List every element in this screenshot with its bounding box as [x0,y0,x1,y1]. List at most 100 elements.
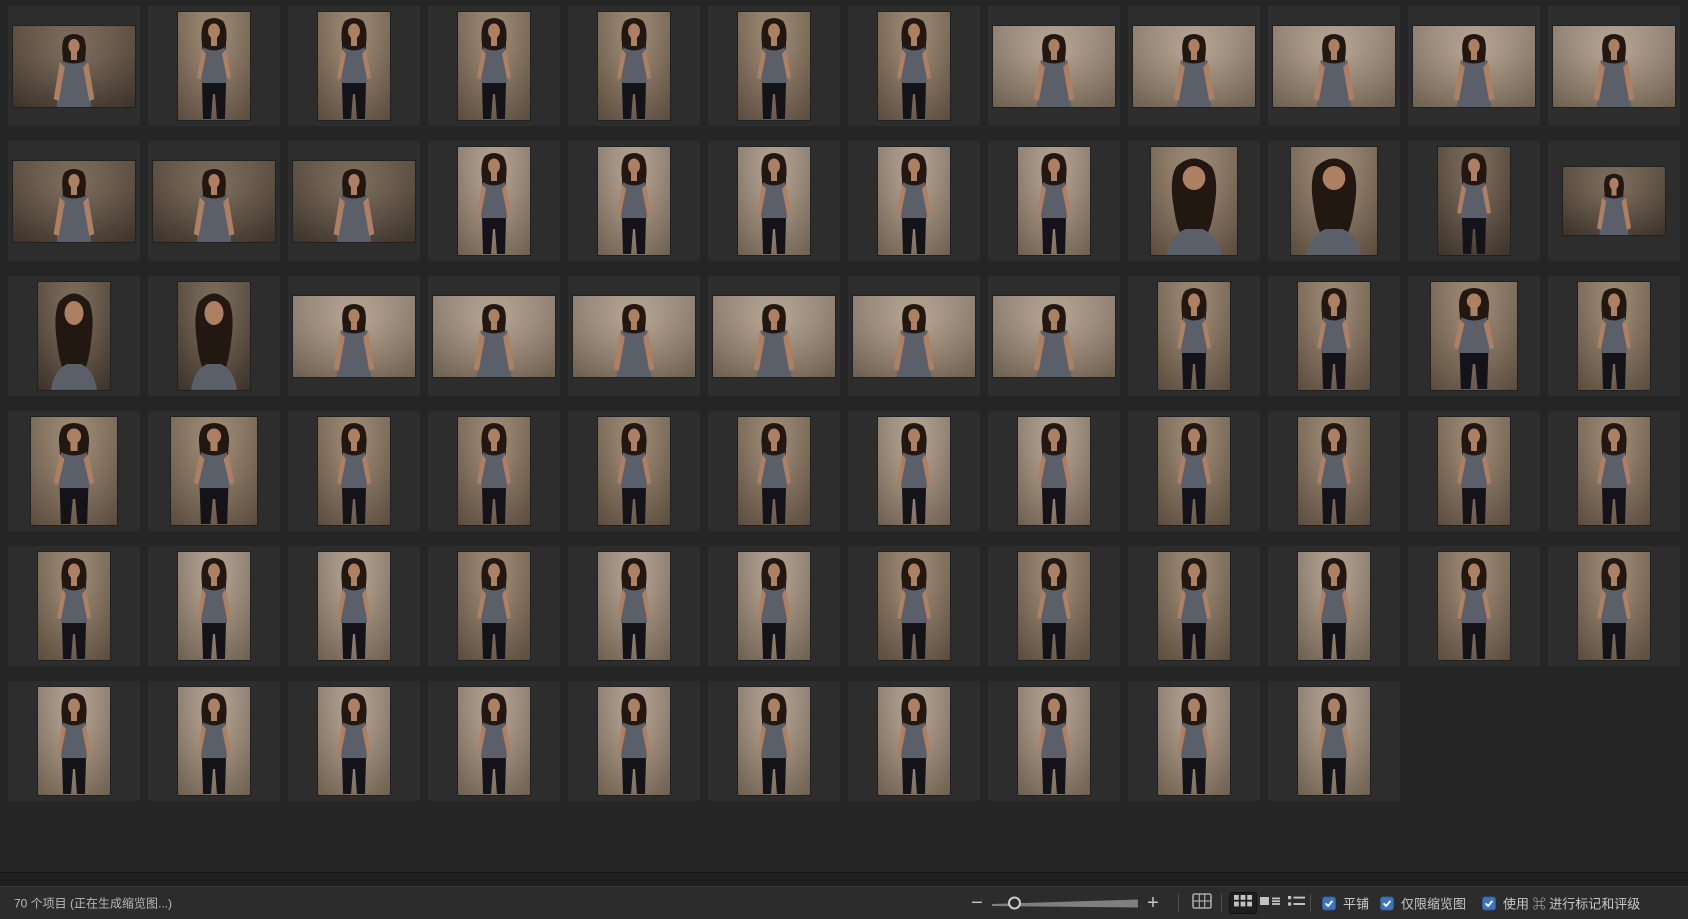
photo-thumbnail[interactable] [1578,417,1650,525]
thumbnail-cell[interactable] [988,6,1120,126]
thumbnail-cell[interactable] [1548,276,1680,396]
thumbnail-cell[interactable] [988,681,1120,801]
checkbox-checked-icon[interactable] [1482,896,1496,910]
photo-thumbnail[interactable] [38,282,110,390]
photo-thumbnail[interactable] [318,552,390,660]
thumbnail-cell[interactable] [1408,141,1540,261]
thumbnail-cell[interactable] [568,546,700,666]
photo-thumbnail[interactable] [598,147,670,255]
thumbnail-cell[interactable] [428,141,560,261]
view-list-button[interactable] [1282,892,1310,914]
thumbnail-cell[interactable] [428,681,560,801]
photo-thumbnail[interactable] [153,161,275,242]
photo-thumbnail[interactable] [458,417,530,525]
photo-thumbnail[interactable] [573,296,695,377]
thumbnail-cell[interactable] [1548,141,1680,261]
thumbnail-cell[interactable] [148,276,280,396]
thumbnail-cell[interactable] [1128,546,1260,666]
photo-thumbnail[interactable] [1158,687,1230,795]
thumbnail-cell[interactable] [288,546,420,666]
thumbnail-cell[interactable] [1268,141,1400,261]
thumbnail-cell[interactable] [8,276,140,396]
photo-thumbnail[interactable] [38,552,110,660]
photo-thumbnail[interactable] [178,687,250,795]
thumbnail-cell[interactable] [708,681,840,801]
photo-thumbnail[interactable] [1158,552,1230,660]
grid-lock-button[interactable] [1188,892,1216,914]
thumbnail-cell[interactable] [8,141,140,261]
photo-thumbnail[interactable] [1298,552,1370,660]
photo-thumbnail[interactable] [1291,147,1377,255]
thumbnail-cell[interactable] [1128,141,1260,261]
photo-thumbnail[interactable] [713,296,835,377]
photo-thumbnail[interactable] [1158,282,1230,390]
thumbnail-cell[interactable] [428,546,560,666]
photo-thumbnail[interactable] [31,417,117,525]
thumbnail-cell[interactable] [1408,411,1540,531]
thumbnail-size-slider-knob[interactable] [1008,897,1021,910]
photo-thumbnail[interactable] [458,687,530,795]
thumbnail-cell[interactable] [148,546,280,666]
thumbnail-cell[interactable] [288,411,420,531]
photo-thumbnail[interactable] [318,12,390,120]
photo-thumbnail[interactable] [458,12,530,120]
photo-thumbnail[interactable] [738,12,810,120]
thumbnail-cell[interactable] [988,276,1120,396]
photo-thumbnail[interactable] [1273,26,1395,107]
photo-thumbnail[interactable] [293,296,415,377]
thumbnail-cell[interactable] [848,6,980,126]
photo-thumbnail[interactable] [458,147,530,255]
thumbnail-cell[interactable] [428,276,560,396]
photo-thumbnail[interactable] [878,417,950,525]
photo-thumbnail[interactable] [878,147,950,255]
photo-thumbnail[interactable] [1438,552,1510,660]
photo-thumbnail[interactable] [1018,552,1090,660]
thumbnail-cell[interactable] [568,276,700,396]
photo-thumbnail[interactable] [318,417,390,525]
thumbnail-cell[interactable] [708,276,840,396]
photo-thumbnail[interactable] [178,12,250,120]
photo-thumbnail[interactable] [178,552,250,660]
thumbnail-cell[interactable] [288,276,420,396]
thumbnail-cell[interactable] [428,411,560,531]
photo-thumbnail[interactable] [1578,552,1650,660]
thumbnail-cell[interactable] [708,6,840,126]
photo-thumbnail[interactable] [1431,282,1517,390]
photo-thumbnail[interactable] [1158,417,1230,525]
photo-thumbnail[interactable] [433,296,555,377]
photo-thumbnail[interactable] [1298,687,1370,795]
photo-thumbnail[interactable] [1578,282,1650,390]
photo-thumbnail[interactable] [598,417,670,525]
photo-thumbnail[interactable] [993,296,1115,377]
photo-thumbnail[interactable] [318,687,390,795]
thumbnail-cell[interactable] [1268,276,1400,396]
checkbox-checked-icon[interactable] [1322,896,1336,910]
thumbnail-cell[interactable] [148,681,280,801]
view-details-button[interactable] [1256,892,1284,914]
photo-thumbnail[interactable] [458,552,530,660]
thumbnail-cell[interactable] [1408,546,1540,666]
thumbnail-cell[interactable] [148,141,280,261]
thumbnail-cell[interactable] [988,141,1120,261]
thumbnail-cell[interactable] [1128,6,1260,126]
option-thumbnails-only[interactable]: 仅限缩览图 [1380,894,1466,913]
photo-thumbnail[interactable] [878,552,950,660]
thumbnail-cell[interactable] [568,681,700,801]
thumbnail-cell[interactable] [568,141,700,261]
thumbnail-cell[interactable] [1548,546,1680,666]
photo-thumbnail[interactable] [993,26,1115,107]
photo-thumbnail[interactable] [878,12,950,120]
thumbnail-cell[interactable] [1268,411,1400,531]
thumbnail-cell[interactable] [288,6,420,126]
thumbnail-cell[interactable] [568,6,700,126]
photo-thumbnail[interactable] [293,161,415,242]
photo-thumbnail[interactable] [1563,167,1665,235]
thumbnail-cell[interactable] [708,141,840,261]
photo-thumbnail[interactable] [878,687,950,795]
thumbnail-cell[interactable] [1408,276,1540,396]
thumbnail-cell[interactable] [428,6,560,126]
photo-thumbnail[interactable] [598,687,670,795]
photo-thumbnail[interactable] [738,147,810,255]
photo-thumbnail[interactable] [13,26,135,107]
option-cmd-rating[interactable]: 使用 ⌘ 进行标记和评级 [1482,894,1640,913]
